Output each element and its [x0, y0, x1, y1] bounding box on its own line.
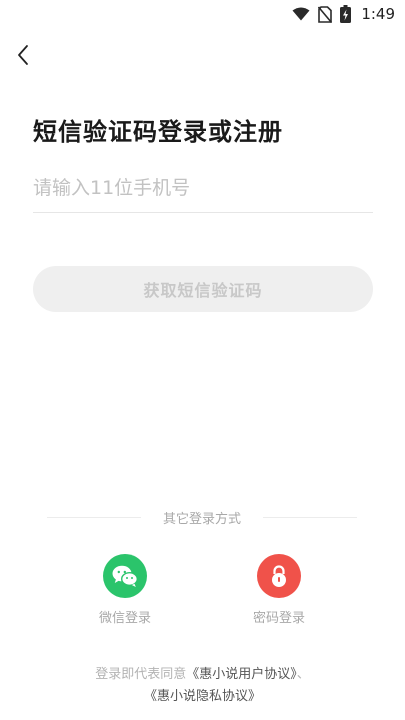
wechat-login-button[interactable]: 微信登录	[75, 554, 175, 626]
chevron-left-icon	[18, 45, 28, 65]
status-icons: 1:49	[292, 3, 395, 25]
get-code-button[interactable]: 获取短信验证码	[33, 266, 373, 312]
agreement-prefix: 登录即代表同意	[95, 667, 187, 682]
agreement-separator: 、	[296, 667, 310, 682]
password-login-label: 密码登录	[252, 611, 305, 626]
status-time: 1:49	[361, 5, 395, 23]
wifi-icon	[292, 7, 310, 21]
no-sim-icon	[318, 5, 333, 23]
privacy-agreement-link[interactable]: 《惠小说隐私协议》	[144, 689, 261, 704]
agreement-text: 登录即代表同意《惠小说用户协议》、 《惠小说隐私协议》	[0, 664, 405, 708]
user-agreement-link[interactable]: 《惠小说用户协议》	[186, 667, 297, 682]
other-login-divider: 其它登录方式	[47, 506, 358, 528]
password-login-button[interactable]: 密码登录	[229, 554, 329, 626]
wechat-login-label: 微信登录	[98, 611, 151, 626]
divider-line-left	[47, 516, 141, 518]
wechat-icon	[112, 565, 139, 587]
agreement-line-1: 登录即代表同意《惠小说用户协议》、	[0, 664, 405, 686]
other-login-label: 其它登录方式	[163, 511, 242, 527]
wechat-icon-circle	[103, 554, 147, 598]
battery-charging-icon	[340, 5, 352, 23]
back-button[interactable]	[8, 40, 38, 70]
phone-input[interactable]	[33, 168, 373, 208]
status-bar: 1:49	[0, 0, 405, 28]
phone-field	[33, 168, 373, 213]
divider-line-right	[263, 516, 358, 518]
lock-icon-circle	[257, 554, 301, 598]
page-title: 短信验证码登录或注册	[33, 118, 283, 146]
agreement-line-2: 《惠小说隐私协议》	[0, 686, 405, 708]
lock-icon	[272, 565, 286, 587]
